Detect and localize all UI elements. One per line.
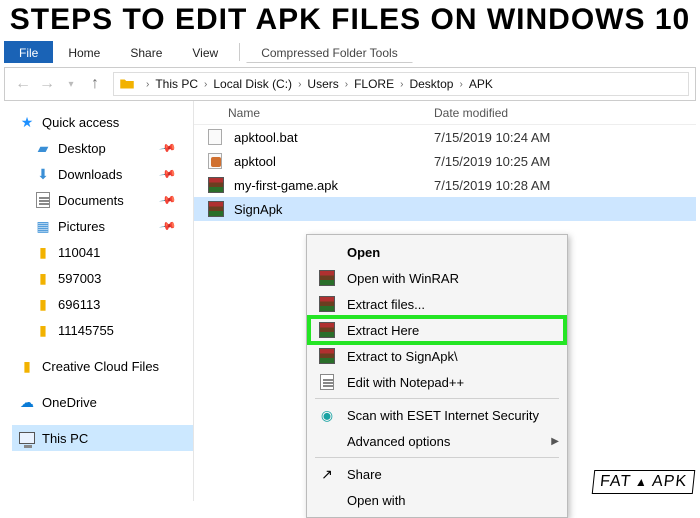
nav-back-icon[interactable]: ← bbox=[11, 72, 35, 96]
context-menu-label: Extract Here bbox=[347, 323, 419, 338]
folder-icon: ▮ bbox=[34, 295, 52, 313]
folder-icon bbox=[118, 75, 136, 93]
file-icon bbox=[208, 177, 228, 193]
context-menu-label: Scan with ESET Internet Security bbox=[347, 408, 539, 423]
file-name: apktool.bat bbox=[234, 130, 434, 145]
crumb-flore[interactable]: FLORE bbox=[354, 77, 394, 91]
tab-compressed-tools[interactable]: Compressed Folder Tools bbox=[246, 41, 413, 63]
file-row[interactable]: apktool.bat7/15/2019 10:24 AM bbox=[194, 125, 696, 149]
sidebar-item-folder[interactable]: ▮110041 bbox=[12, 239, 193, 265]
sidebar-item-pictures[interactable]: ▦Pictures📌 bbox=[12, 213, 193, 239]
file-icon bbox=[208, 153, 228, 169]
android-icon: ▲ bbox=[634, 475, 648, 489]
file-icon bbox=[208, 129, 228, 145]
context-menu-item[interactable]: Extract files... bbox=[309, 291, 565, 317]
nav-up-icon[interactable]: ↑ bbox=[83, 72, 107, 96]
sidebar-item-folder[interactable]: ▮696113 bbox=[12, 291, 193, 317]
tab-share[interactable]: Share bbox=[115, 41, 177, 63]
pin-icon: 📌 bbox=[159, 217, 178, 236]
sidebar-quick-access[interactable]: ★ Quick access bbox=[12, 109, 193, 135]
rar-icon bbox=[317, 270, 337, 286]
address-bar: ← → ▾ ↑ › This PC› Local Disk (C:)› User… bbox=[4, 67, 696, 101]
nav-dropdown-icon[interactable]: ▾ bbox=[59, 72, 83, 96]
crumb-desktop[interactable]: Desktop bbox=[409, 77, 453, 91]
sidebar-onedrive[interactable]: ☁OneDrive bbox=[12, 389, 193, 415]
rar-icon bbox=[317, 296, 337, 312]
folder-icon: ▮ bbox=[18, 357, 36, 375]
context-menu-item[interactable]: Open with WinRAR bbox=[309, 265, 565, 291]
share-icon: ↗ bbox=[317, 466, 337, 483]
context-menu-item[interactable]: Edit with Notepad++ bbox=[309, 369, 565, 395]
rar-icon bbox=[317, 322, 337, 338]
context-menu-label: Extract files... bbox=[347, 297, 425, 312]
column-headers: Name Date modified bbox=[194, 101, 696, 125]
file-date: 7/15/2019 10:28 AM bbox=[434, 178, 550, 193]
context-menu-item[interactable]: Advanced options ▶ bbox=[309, 428, 565, 454]
file-date: 7/15/2019 10:25 AM bbox=[434, 154, 550, 169]
context-menu-label: Open with WinRAR bbox=[347, 271, 459, 286]
ribbon-tabs: File Home Share View Compressed Folder T… bbox=[4, 39, 696, 65]
col-name[interactable]: Name bbox=[194, 106, 434, 120]
context-menu-item[interactable]: ↗ Share bbox=[309, 461, 565, 487]
context-menu-label: Extract to SignApk\ bbox=[347, 349, 458, 364]
file-date: 7/15/2019 10:24 AM bbox=[434, 130, 550, 145]
crumb-apk[interactable]: APK bbox=[469, 77, 493, 91]
watermark: FAT ▲ APK bbox=[592, 470, 696, 494]
rar-icon bbox=[317, 348, 337, 364]
crumb-c[interactable]: Local Disk (C:) bbox=[213, 77, 292, 91]
sidebar-creative-cloud[interactable]: ▮Creative Cloud Files bbox=[12, 353, 193, 379]
sidebar-this-pc[interactable]: This PC bbox=[12, 425, 193, 451]
file-row[interactable]: my-first-game.apk7/15/2019 10:28 AM bbox=[194, 173, 696, 197]
crumb-users[interactable]: Users bbox=[307, 77, 338, 91]
file-name: apktool bbox=[234, 154, 434, 169]
sidebar-item-desktop[interactable]: ▰Desktop📌 bbox=[12, 135, 193, 161]
context-menu-label: Open bbox=[347, 245, 380, 260]
context-menu-item[interactable]: Extract to SignApk\ bbox=[309, 343, 565, 369]
sidebar-item-folder[interactable]: ▮597003 bbox=[12, 265, 193, 291]
sidebar: ★ Quick access ▰Desktop📌 ⬇Downloads📌 Doc… bbox=[4, 101, 194, 501]
context-menu-item[interactable]: Open bbox=[309, 239, 565, 265]
sidebar-item-downloads[interactable]: ⬇Downloads📌 bbox=[12, 161, 193, 187]
sidebar-item-documents[interactable]: Documents📌 bbox=[12, 187, 193, 213]
col-date[interactable]: Date modified bbox=[434, 106, 696, 120]
breadcrumb[interactable]: › This PC› Local Disk (C:)› Users› FLORE… bbox=[113, 72, 689, 96]
sidebar-item-folder[interactable]: ▮11145755 bbox=[12, 317, 193, 343]
file-name: SignApk bbox=[234, 202, 434, 217]
context-menu-label: Open with bbox=[347, 493, 406, 508]
context-menu-label: Edit with Notepad++ bbox=[347, 375, 464, 390]
documents-icon bbox=[34, 191, 52, 209]
context-menu: Open Open with WinRAR Extract files... Extr… bbox=[306, 234, 568, 518]
pin-icon: 📌 bbox=[159, 139, 178, 158]
download-icon: ⬇ bbox=[34, 165, 52, 183]
tab-file[interactable]: File bbox=[4, 41, 53, 63]
context-menu-item[interactable]: Extract Here bbox=[309, 317, 565, 343]
tab-view[interactable]: View bbox=[177, 41, 233, 63]
file-name: my-first-game.apk bbox=[234, 178, 434, 193]
file-row[interactable]: SignApk bbox=[194, 197, 696, 221]
context-menu-label: Advanced options bbox=[347, 434, 450, 449]
file-row[interactable]: apktool7/15/2019 10:25 AM bbox=[194, 149, 696, 173]
pin-icon: 📌 bbox=[159, 165, 178, 184]
cloud-icon: ☁ bbox=[18, 393, 36, 411]
context-menu-label: Share bbox=[347, 467, 382, 482]
context-menu-item[interactable]: Open with bbox=[309, 487, 565, 513]
folder-icon: ▮ bbox=[34, 321, 52, 339]
desktop-icon: ▰ bbox=[34, 139, 52, 157]
tab-home[interactable]: Home bbox=[53, 41, 115, 63]
pictures-icon: ▦ bbox=[34, 217, 52, 235]
folder-icon: ▮ bbox=[34, 243, 52, 261]
eset-icon: ◉ bbox=[317, 407, 337, 424]
headline: STEPS TO EDIT APK FILES ON WINDOWS 10 bbox=[0, 0, 700, 39]
folder-icon: ▮ bbox=[34, 269, 52, 287]
chevron-right-icon: ▶ bbox=[551, 436, 559, 447]
crumb-thispc[interactable]: This PC bbox=[155, 77, 198, 91]
nav-forward-icon[interactable]: → bbox=[35, 72, 59, 96]
file-explorer: File Home Share View Compressed Folder T… bbox=[4, 39, 696, 501]
context-menu-item[interactable]: ◉ Scan with ESET Internet Security bbox=[309, 402, 565, 428]
monitor-icon bbox=[18, 429, 36, 447]
pin-icon: 📌 bbox=[159, 191, 178, 210]
star-icon: ★ bbox=[18, 113, 36, 131]
file-icon bbox=[208, 201, 228, 217]
doc-icon bbox=[317, 374, 337, 390]
